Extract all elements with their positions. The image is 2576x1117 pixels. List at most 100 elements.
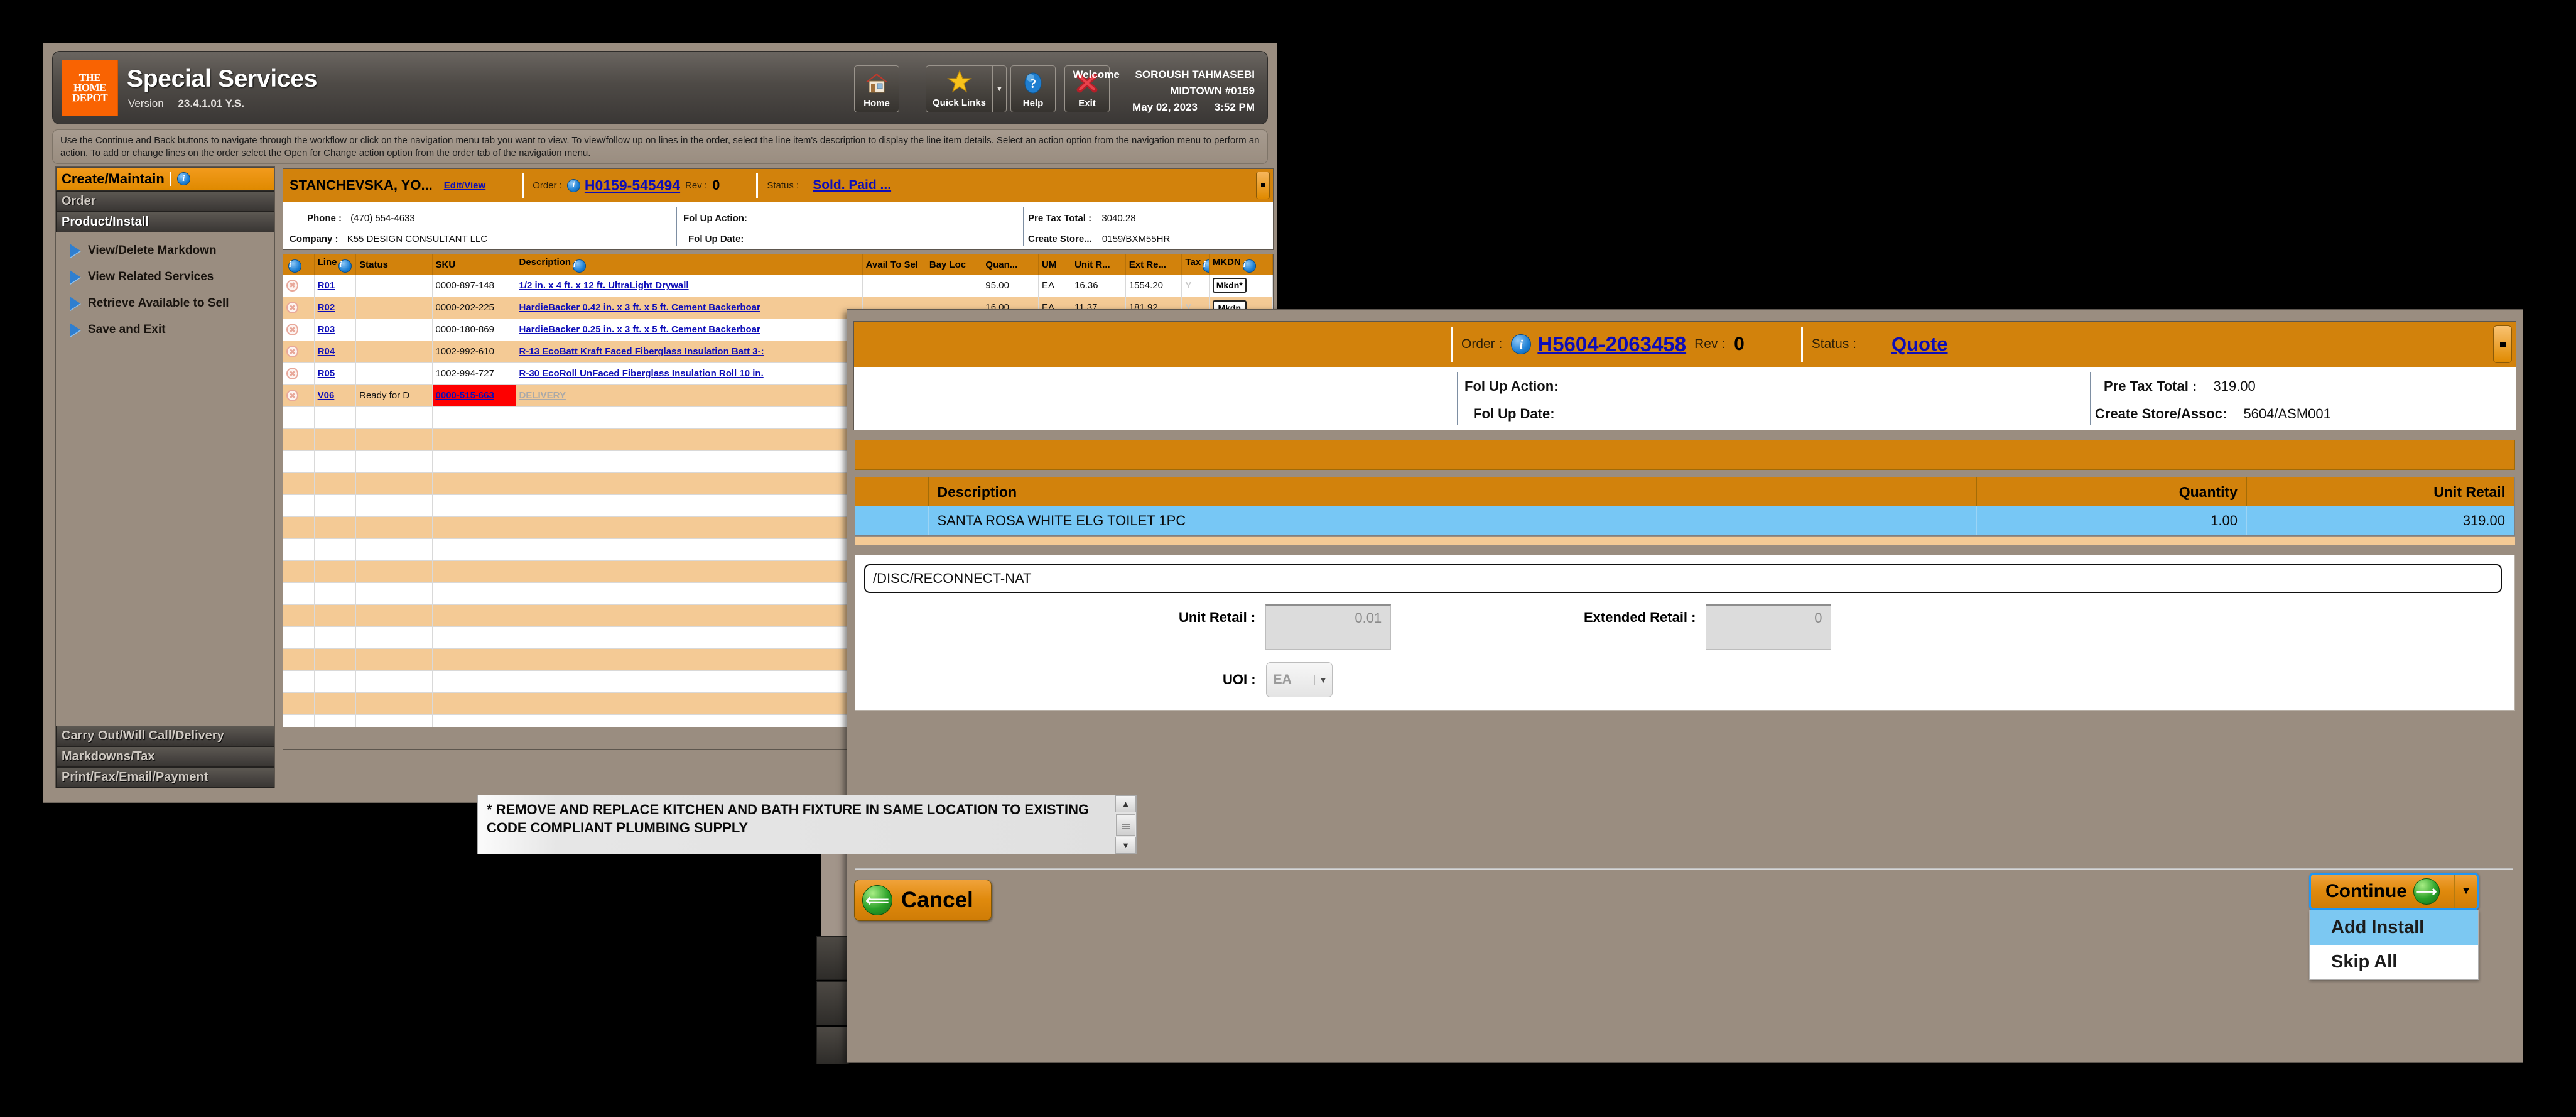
col-sku[interactable]: SKU bbox=[432, 254, 516, 275]
info-icon[interactable]: i bbox=[1511, 334, 1532, 354]
scrollbar-thumb[interactable] bbox=[1116, 814, 1135, 836]
row-delete-cell[interactable]: ✖ bbox=[283, 341, 315, 363]
cell-description[interactable]: DELIVERY bbox=[516, 384, 863, 407]
collapse-panel-button[interactable] bbox=[1256, 172, 1270, 199]
col-unit-retail[interactable]: Unit R... bbox=[1071, 254, 1126, 275]
row-delete-cell[interactable]: ✖ bbox=[283, 297, 315, 319]
sidebar-item-view-related-services[interactable]: View Related Services bbox=[56, 264, 274, 290]
sku-link[interactable]: 0000-515-663 bbox=[436, 390, 494, 401]
cell-description[interactable]: HardieBacker 0.25 in. x 3 ft. x 5 ft. Ce… bbox=[516, 319, 863, 341]
col-quantity[interactable]: Quan... bbox=[982, 254, 1039, 275]
row-delete-cell[interactable]: ✖ bbox=[283, 384, 315, 407]
col-tax[interactable]: Tax i bbox=[1181, 254, 1210, 275]
cell-line[interactable]: R03 bbox=[314, 319, 357, 341]
info-icon[interactable]: i bbox=[1242, 259, 1256, 273]
product-quantity: 1.00 bbox=[1976, 506, 2247, 535]
info-icon[interactable]: i bbox=[288, 259, 301, 273]
sidebar-item-save-and-exit[interactable]: Save and Exit bbox=[56, 317, 274, 343]
continue-dropdown-arrow[interactable]: ▼ bbox=[2454, 875, 2477, 908]
col-line[interactable]: Line i bbox=[314, 254, 357, 275]
delete-icon[interactable]: ✖ bbox=[286, 324, 298, 335]
uoi-select[interactable]: EA ▼ bbox=[1265, 662, 1333, 697]
col-description[interactable]: Description i bbox=[516, 254, 863, 275]
order-number-link[interactable]: H0159-545494 bbox=[585, 177, 680, 194]
cell-line[interactable]: R05 bbox=[314, 362, 357, 385]
delete-icon[interactable]: ✖ bbox=[286, 390, 298, 401]
home-button[interactable]: Home bbox=[854, 65, 899, 112]
cell-line[interactable]: R04 bbox=[314, 341, 357, 363]
delete-icon[interactable]: ✖ bbox=[286, 346, 298, 357]
cell-description[interactable]: R-13 EcoBatt Kraft Faced Fiberglass Insu… bbox=[516, 341, 863, 363]
col-unit-retail[interactable]: Unit Retail bbox=[2246, 477, 2514, 506]
instructions-panel: Use the Continue and Back buttons to nav… bbox=[52, 129, 1268, 164]
description-link[interactable]: R-30 EcoRoll UnFaced Fiberglass Insulati… bbox=[519, 368, 764, 379]
description-link[interactable]: DELIVERY bbox=[519, 390, 566, 401]
quick-links-split-button[interactable]: Quick Links ▼ bbox=[926, 65, 1007, 112]
info-icon[interactable]: i bbox=[338, 259, 352, 273]
cell-description[interactable]: 1/2 in. x 4 ft. x 12 ft. UltraLight Dryw… bbox=[516, 275, 863, 297]
line-number-link[interactable]: R05 bbox=[318, 368, 335, 379]
description-link[interactable]: R-13 EcoBatt Kraft Faced Fiberglass Insu… bbox=[519, 346, 764, 357]
sidebar-item-retrieve-available-to-sell[interactable]: Retrieve Available to Sell bbox=[56, 290, 274, 317]
order-number-link[interactable]: H5604-2063458 bbox=[1537, 332, 1686, 356]
scroll-down-arrow-icon[interactable]: ▼ bbox=[1115, 837, 1136, 854]
status-link[interactable]: Quote bbox=[1891, 333, 1948, 356]
description-link[interactable]: 1/2 in. x 4 ft. x 12 ft. UltraLight Dryw… bbox=[519, 280, 689, 291]
sidebar-group-order[interactable]: Order bbox=[56, 191, 274, 212]
note-scrollbar[interactable]: ▲ ▼ bbox=[1115, 795, 1136, 854]
row-delete-cell[interactable]: ✖ bbox=[283, 275, 315, 297]
table-row[interactable]: SANTA ROSA WHITE ELG TOILET 1PC 1.00 319… bbox=[855, 506, 2514, 535]
continue-split-button[interactable]: Continue ⟶ ▼ bbox=[2309, 873, 2479, 910]
delete-icon[interactable]: ✖ bbox=[286, 279, 298, 292]
install-note-box[interactable]: * REMOVE AND REPLACE KITCHEN AND BATH FI… bbox=[477, 795, 1137, 854]
arrow-left-icon: ⟸ bbox=[862, 885, 892, 915]
menu-item-add-install[interactable]: Add Install bbox=[2310, 910, 2478, 945]
continue-button[interactable]: Continue ⟶ bbox=[2311, 875, 2454, 908]
line-number-link[interactable]: R02 bbox=[318, 302, 335, 313]
sidebar-group-markdowns-tax[interactable]: Markdowns/Tax bbox=[56, 746, 274, 767]
line-number-link[interactable]: R04 bbox=[318, 346, 335, 357]
status-link[interactable]: Sold. Paid ... bbox=[813, 178, 891, 193]
delete-icon[interactable]: ✖ bbox=[286, 302, 298, 313]
cell-mkdn[interactable]: Mkdn* bbox=[1209, 275, 1273, 297]
menu-item-skip-all[interactable]: Skip All bbox=[2310, 945, 2478, 979]
col-status[interactable]: Status bbox=[355, 254, 433, 275]
col-avail-to-sell[interactable]: Avail To Sel bbox=[862, 254, 926, 275]
info-icon[interactable]: i bbox=[566, 178, 580, 192]
col-ext-retail[interactable]: Ext Re... bbox=[1125, 254, 1182, 275]
description-link[interactable]: HardieBacker 0.25 in. x 3 ft. x 5 ft. Ce… bbox=[519, 324, 760, 335]
cell-line[interactable]: V06 bbox=[314, 384, 357, 407]
sidebar-item-view-delete-markdown[interactable]: View/Delete Markdown bbox=[56, 237, 274, 264]
sidebar-group-print-fax-email-payment[interactable]: Print/Fax/Email/Payment bbox=[56, 767, 274, 788]
line-number-link[interactable]: R03 bbox=[318, 324, 335, 335]
sidebar-group-carry-out-will-call-delivery[interactable]: Carry Out/Will Call/Delivery bbox=[56, 726, 274, 746]
collapse-panel-button[interactable] bbox=[2493, 325, 2512, 363]
markdown-button[interactable]: Mkdn* bbox=[1212, 278, 1247, 293]
row-delete-cell[interactable]: ✖ bbox=[283, 362, 315, 385]
cell-line[interactable]: R01 bbox=[314, 275, 357, 297]
col-quantity[interactable]: Quantity bbox=[1976, 477, 2247, 506]
edit-view-link[interactable]: Edit/View bbox=[444, 180, 485, 191]
col-um[interactable]: UM bbox=[1038, 254, 1072, 275]
description-input[interactable]: /DISC/RECONNECT-NAT bbox=[864, 564, 2502, 593]
line-number-link[interactable]: R01 bbox=[318, 280, 335, 291]
info-icon[interactable]: i bbox=[1203, 259, 1209, 273]
scroll-up-arrow-icon[interactable]: ▲ bbox=[1115, 795, 1136, 812]
cell-line[interactable]: R02 bbox=[314, 297, 357, 319]
sidebar-group-product-install[interactable]: Product/Install bbox=[56, 212, 274, 232]
cell-description[interactable]: HardieBacker 0.42 in. x 3 ft. x 5 ft. Ce… bbox=[516, 297, 863, 319]
col-description[interactable]: Description bbox=[928, 477, 1977, 506]
col-mkdn[interactable]: MKDN i bbox=[1209, 254, 1273, 275]
delete-icon[interactable]: ✖ bbox=[286, 368, 298, 379]
line-number-link[interactable]: V06 bbox=[318, 390, 335, 401]
quick-links-button[interactable]: Quick Links bbox=[926, 66, 992, 112]
info-icon[interactable]: i bbox=[176, 172, 190, 185]
cancel-button[interactable]: ⟸ Cancel bbox=[854, 880, 992, 921]
cell-description[interactable]: R-30 EcoRoll UnFaced Fiberglass Insulati… bbox=[516, 362, 863, 385]
table-row[interactable]: ✖ R01 0000-897-148 1/2 in. x 4 ft. x 12 ft.… bbox=[283, 275, 1273, 297]
col-select[interactable]: i bbox=[283, 254, 315, 275]
col-bay-loc[interactable]: Bay Loc bbox=[926, 254, 983, 275]
info-icon[interactable]: i bbox=[573, 259, 587, 273]
row-delete-cell[interactable]: ✖ bbox=[283, 319, 315, 341]
description-link[interactable]: HardieBacker 0.42 in. x 3 ft. x 5 ft. Ce… bbox=[519, 302, 760, 313]
